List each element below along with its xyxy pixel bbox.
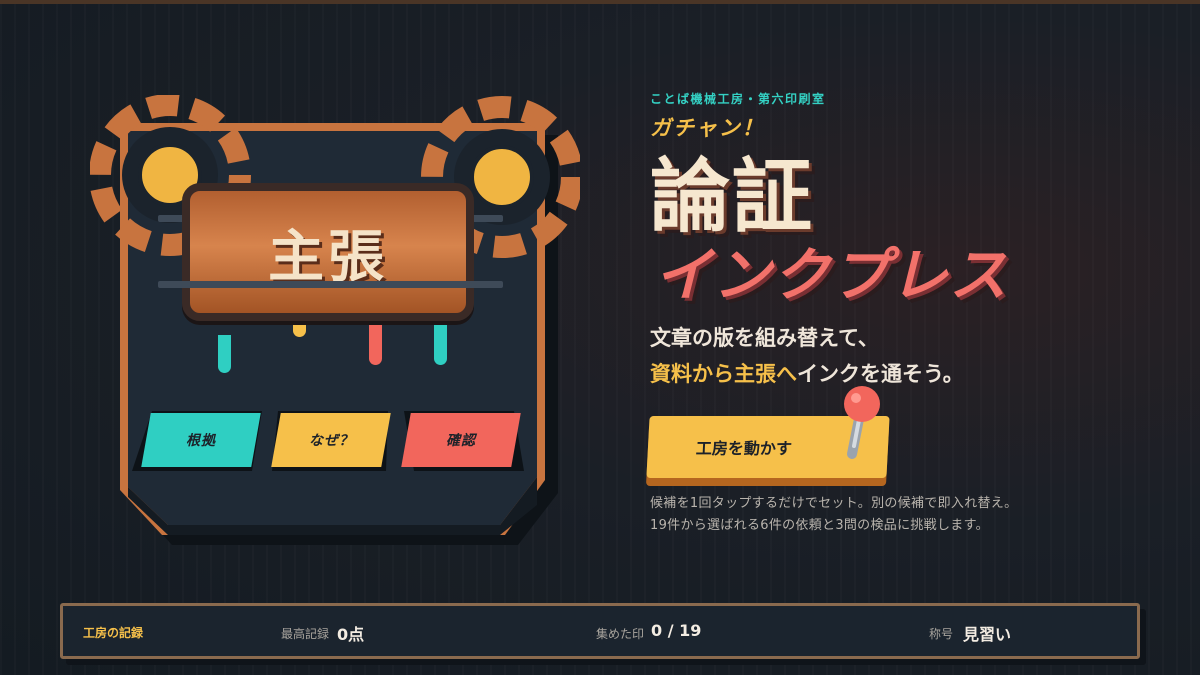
red-ink-drip [369,325,382,365]
best-score-label: 最高記録 [281,627,330,641]
best-score-value: 0点 [337,625,365,644]
help-note-1: 候補を1回タップするだけでセット。別の候補で即入れ替え。 [650,496,1018,511]
sign-rail-bottom [158,281,503,288]
why-button[interactable]: なぜ？ [271,413,391,467]
press-machine: 主張 根拠 なぜ？ 確認 [90,95,580,555]
rank-title-value: 見習い [963,625,1012,644]
machine-body-graphic [90,95,580,545]
teal-ink-drip [218,335,231,373]
top-border [0,0,1200,4]
help-note-2: 19件から選ばれる6件の依頼と3問の検品に挑戦します。 [650,518,989,533]
lever-icon[interactable] [832,384,892,464]
evidence-button[interactable]: 根拠 [141,413,261,467]
start-button-label: 工房を動かす [695,439,793,458]
rank-title-label: 称号 [929,627,954,641]
game-title-sub: インクプレス [654,241,1009,309]
record-section-label: 工房の記録 [83,626,144,640]
tagline-line-2: 資料から主張へインクを通そう。 [650,358,964,388]
tagline-highlight: 資料から主張へ [650,362,797,386]
claim-sign: 主張 [182,183,474,321]
confirm-button[interactable]: 確認 [401,413,521,467]
workshop-record-bar: 工房の記録 最高記録 0点 集めた印 0 / 19 称号 見習い [60,603,1140,659]
workshop-kicker: ことば機械工房・第六印刷室 [650,92,826,106]
tagline-rest: インクを通そう。 [797,362,964,386]
stamps-value: 0 / 19 [651,621,702,640]
stamps-label: 集めた印 [596,627,645,641]
teal-ink-drip-2 [434,325,447,365]
tagline-line-1: 文章の版を組み替えて、 [650,326,879,350]
